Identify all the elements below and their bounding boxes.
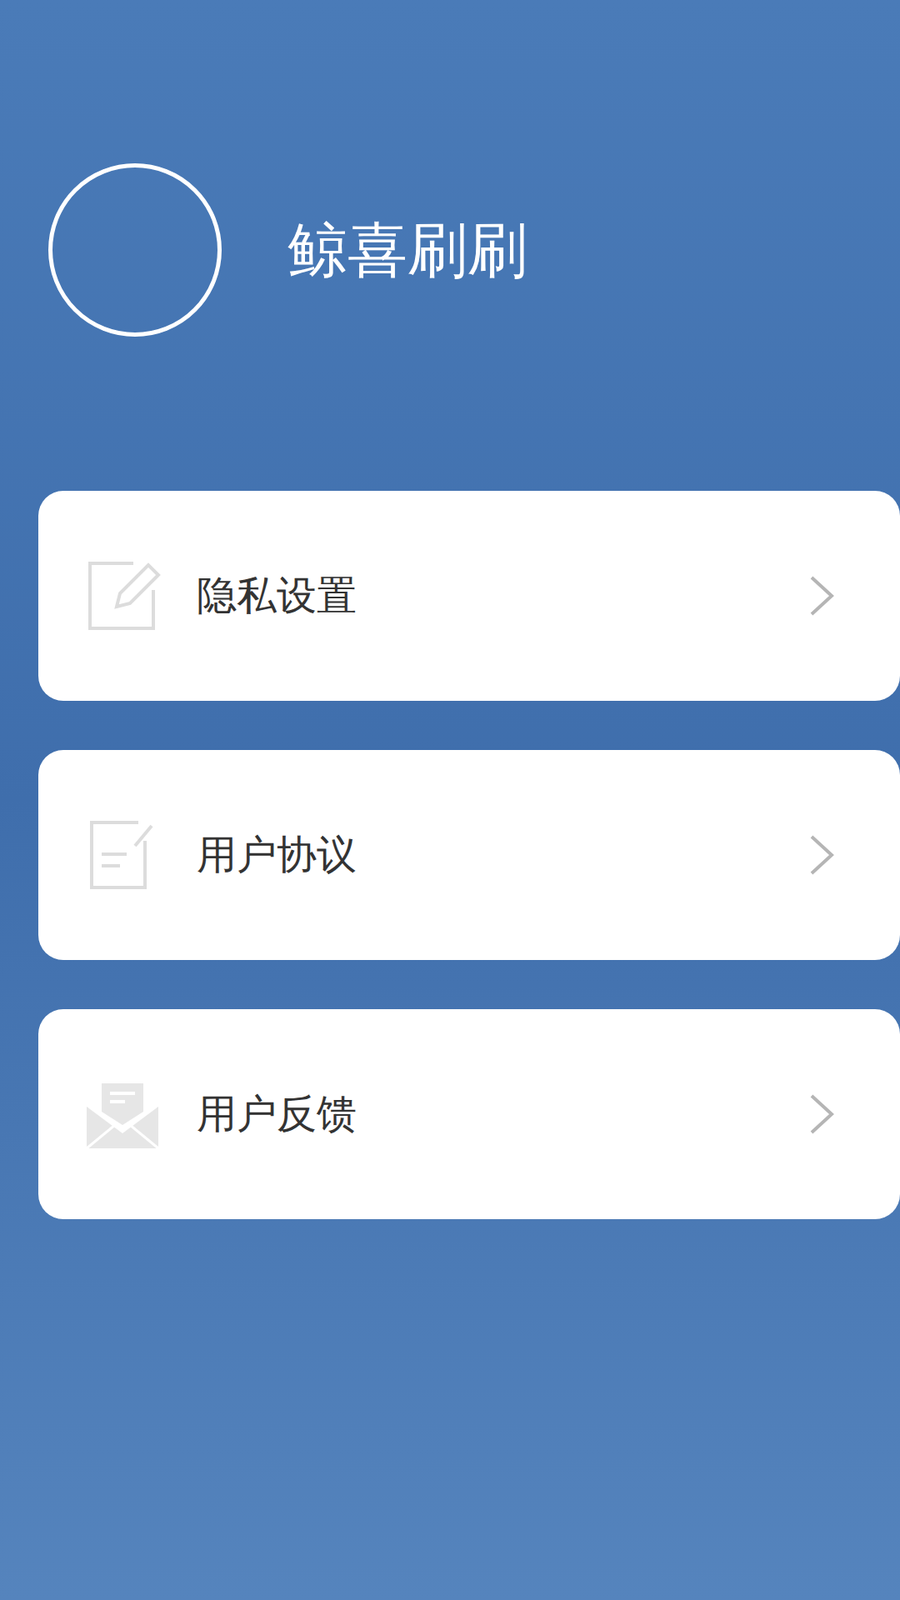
chevron-right-icon [808,833,835,877]
edit-icon [83,556,162,635]
chevron-right-icon [808,574,835,618]
menu-label: 用户反馈 [196,1088,809,1140]
menu-item[interactable]: 用户反馈 [38,1009,900,1220]
menu-item[interactable]: 隐私设置 [38,490,900,701]
avatar-circle-icon[interactable] [48,163,222,337]
envelope-icon [83,1075,162,1154]
chevron-right-icon [808,1092,835,1136]
app-title: 鲸喜刷刷 [287,207,528,293]
menu-label: 用户协议 [196,829,809,881]
menu-item[interactable]: 用户协议 [38,750,900,960]
settings-screen: 鲸喜刷刷隐私设置用户协议用户反馈 [0,0,900,1600]
menu-label: 隐私设置 [196,570,809,622]
document-icon [83,815,162,895]
menu-list: 隐私设置用户协议用户反馈 [38,490,900,1220]
profile-header: 鲸喜刷刷 [0,0,900,337]
